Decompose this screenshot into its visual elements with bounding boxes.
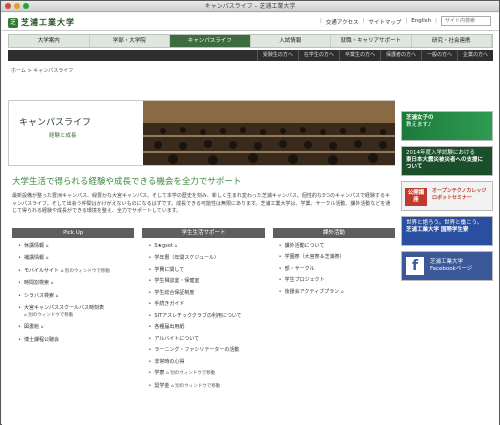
external-link-icon: ⌂ — [45, 256, 49, 261]
web-page: 芝 芝浦工業大学 | 交通アクセス | サイトマップ | English | 大… — [2, 13, 499, 425]
list-item[interactable]: アルバイトについて — [148, 336, 264, 343]
list-item[interactable]: 部・サークル — [279, 266, 395, 273]
list-item[interactable]: 各種届出用紙 — [148, 324, 264, 331]
list-item[interactable]: 休講情報 ⌂ — [18, 243, 134, 251]
list-item[interactable]: 学生プロジェクト — [279, 277, 395, 284]
main-content: キャンパスライフ 経験と成長 大学生活で得られる経験や成長できる機会を全力でサポ… — [8, 100, 395, 395]
list-item[interactable]: 手続きガイド — [148, 301, 264, 308]
list-item[interactable]: 非常時の心得 — [148, 359, 264, 366]
nav-about[interactable]: 大学案内 — [9, 35, 90, 47]
column-extracurricular: 課外活動 課外活動について 学園祭（大宮祭＆芝浦祭） 部・サークル 学生プロジェ… — [272, 227, 395, 396]
new-window-icon: ⌂ 別のウィンドウで移動 — [24, 312, 74, 318]
utility-links: | 交通アクセス | サイトマップ | English | — [319, 18, 437, 26]
banner-disaster-support[interactable]: 2014年度入学試験における 東日本大震災被災者への支援について — [401, 146, 493, 176]
new-window-icon: ⌂ 別のウィンドウで移動 — [60, 268, 110, 274]
subnav-alumni[interactable]: 卒業生の方へ — [338, 50, 380, 61]
external-link-icon: ⌂ — [50, 281, 54, 286]
link-list: 休講情報 ⌂ 補講情報 ⌂ モバイルサイト ⌂ 別のウィンドウで移動 時間割検索… — [12, 238, 134, 344]
list-item[interactable]: 博士課程公聴会 — [18, 337, 134, 344]
main-navigation: 大学案内 学部・大学院 キャンパスライフ 入試情報 就職・キャリアサポート 研究… — [8, 34, 493, 48]
list-item[interactable]: ラーニング・ファシリテーターの活動 — [148, 347, 264, 354]
new-window-icon: ⌂ 別のウィンドウで移動 — [170, 383, 221, 389]
list-item[interactable]: 補講情報 ⌂ — [18, 255, 134, 263]
subnav-students[interactable]: 在学生の方へ — [297, 50, 339, 61]
external-link-icon: ⌂ — [55, 293, 59, 299]
site-header: 芝 芝浦工業大学 | 交通アクセス | サイトマップ | English | — [2, 13, 499, 31]
title-bar: キャンパスライフ – 芝浦工業大学 — [1, 1, 499, 12]
nav-faculties[interactable]: 学部・大学院 — [90, 35, 170, 47]
list-item[interactable]: 学寮 ⌂ 別のウィンドウで移動 — [148, 370, 264, 378]
column-header: 課外活動 — [272, 227, 395, 238]
list-item[interactable]: 学生総合保証制度 — [148, 290, 264, 297]
column-student-support: 学生生活サポート S★gsot ⌂ 学年暦（年間スケジュール） 学費に関して 学… — [142, 227, 265, 396]
column-header: Pick Up — [12, 227, 135, 238]
link-access[interactable]: 交通アクセス — [326, 18, 359, 26]
new-window-icon: ⌂ 別のウィンドウで移動 — [165, 371, 216, 376]
link-sitemap[interactable]: サイトマップ — [368, 18, 401, 26]
subnav-public[interactable]: 一般の方へ — [420, 50, 457, 61]
nav-campus-life[interactable]: キャンパスライフ — [170, 35, 251, 47]
minimize-window-button[interactable] — [14, 3, 20, 9]
subnav-companies[interactable]: 企業の方へ — [456, 50, 493, 61]
page-subtitle: 経験と成長 — [49, 133, 77, 139]
breadcrumb: ホーム > キャンパスライフ — [11, 68, 74, 74]
list-item[interactable]: 奨学金 ⌂ 別のウィンドウで移動 — [148, 383, 264, 391]
list-item[interactable]: 時間割検索 ⌂ — [18, 280, 134, 288]
window-controls — [5, 3, 29, 9]
hero-banner: キャンパスライフ 経験と成長 — [8, 100, 395, 166]
window-title: キャンパスライフ – 芝浦工業大学 — [204, 3, 296, 10]
nav-research[interactable]: 研究・社会連携 — [412, 35, 492, 47]
list-item[interactable]: シラバス検索 ⌂ — [18, 293, 134, 301]
nav-admissions[interactable]: 入試情報 — [251, 35, 331, 47]
facebook-icon: f — [406, 257, 424, 275]
list-item[interactable]: SITアスレチッククラブの利用について — [148, 313, 264, 320]
link-columns: Pick Up 休講情報 ⌂ 補講情報 ⌂ モバイルサイト ⌂ 別のウィンドウで… — [12, 227, 395, 396]
logo-text: 芝浦工業大学 — [21, 18, 75, 27]
list-item[interactable]: 学園祭（大宮祭＆芝浦祭） — [279, 254, 395, 261]
list-item[interactable]: 学年暦（年間スケジュール） — [148, 255, 264, 262]
logo-emblem-icon: 芝 — [8, 17, 18, 28]
close-window-button[interactable] — [5, 3, 11, 9]
list-item[interactable]: 学費に関して — [148, 267, 264, 274]
link-list: S★gsot ⌂ 学年暦（年間スケジュール） 学費に関して 学生相談室・保健室 … — [142, 238, 264, 391]
lecture-hall-image — [143, 101, 395, 165]
maximize-window-button[interactable] — [23, 3, 29, 9]
list-item[interactable]: S★gsot ⌂ — [148, 243, 264, 251]
external-link-icon: ⌂ — [45, 243, 49, 249]
browser-window: キャンパスライフ – 芝浦工業大学 芝 芝浦工業大学 | 交通アクセス | サイ… — [0, 0, 500, 425]
column-pickup: Pick Up 休講情報 ⌂ 補講情報 ⌂ モバイルサイト ⌂ 別のウィンドウで… — [12, 227, 135, 396]
list-item[interactable]: 後援会アクティブプラン ⌂ — [279, 289, 395, 297]
list-item[interactable]: モバイルサイト ⌂ 別のウィンドウで移動 — [18, 268, 134, 276]
list-item[interactable]: 学生相談室・保健室 — [148, 278, 264, 285]
subnav-applicants[interactable]: 受験生の方へ — [256, 50, 298, 61]
link-list: 課外活動について 学園祭（大宮祭＆芝浦祭） 部・サークル 学生プロジェクト 後援… — [273, 238, 395, 297]
list-item[interactable]: 大宮キャンパススクールバス時刻表⌂ 別のウィンドウで移動 — [18, 305, 134, 319]
site-search-input[interactable] — [441, 16, 491, 26]
site-logo[interactable]: 芝 芝浦工業大学 — [8, 17, 75, 28]
banner-shibaura-women[interactable]: 芝浦女子の 教えます♪ — [401, 111, 493, 141]
banner-international-dorm[interactable]: 世界と語ろう。世界と働こう。 芝浦工業大学 国際学生寮 — [401, 216, 493, 246]
link-english[interactable]: English — [411, 18, 431, 26]
intro-paragraph: 最新設備が整った豊洲キャンパス、緑豊かな大宮キャンパス。そして本学の歴史を刻み、… — [12, 193, 391, 214]
section-headline: 大学生活で得られる経験や成長できる機会を全力でサポート — [12, 177, 242, 187]
banner-open-lecture[interactable]: 公開講座 オープンテクノカレッジ ロボットセミナー — [401, 181, 493, 211]
banner-facebook[interactable]: f 芝浦工業大学 Facebookページ — [401, 251, 493, 281]
external-link-icon: ⌂ — [40, 325, 44, 330]
list-item[interactable]: 課外活動について — [279, 243, 395, 250]
subnav-parents[interactable]: 保護者の方へ — [379, 50, 421, 61]
external-link-icon: ⌂ — [340, 289, 344, 295]
lecture-hall-photo — [143, 101, 395, 165]
column-header: 学生生活サポート — [142, 227, 265, 238]
external-link-icon: ⌂ — [174, 243, 178, 249]
sidebar-banners: 芝浦女子の 教えます♪ 2014年度入学試験における 東日本大震災被災者への支援… — [401, 111, 493, 286]
nav-career[interactable]: 就職・キャリアサポート — [331, 35, 412, 47]
page-title: キャンパスライフ — [19, 118, 92, 128]
audience-navigation: 受験生の方へ 在学生の方へ 卒業生の方へ 保護者の方へ 一般の方へ 企業の方へ — [8, 50, 493, 61]
list-item[interactable]: 図書館 ⌂ — [18, 324, 134, 332]
